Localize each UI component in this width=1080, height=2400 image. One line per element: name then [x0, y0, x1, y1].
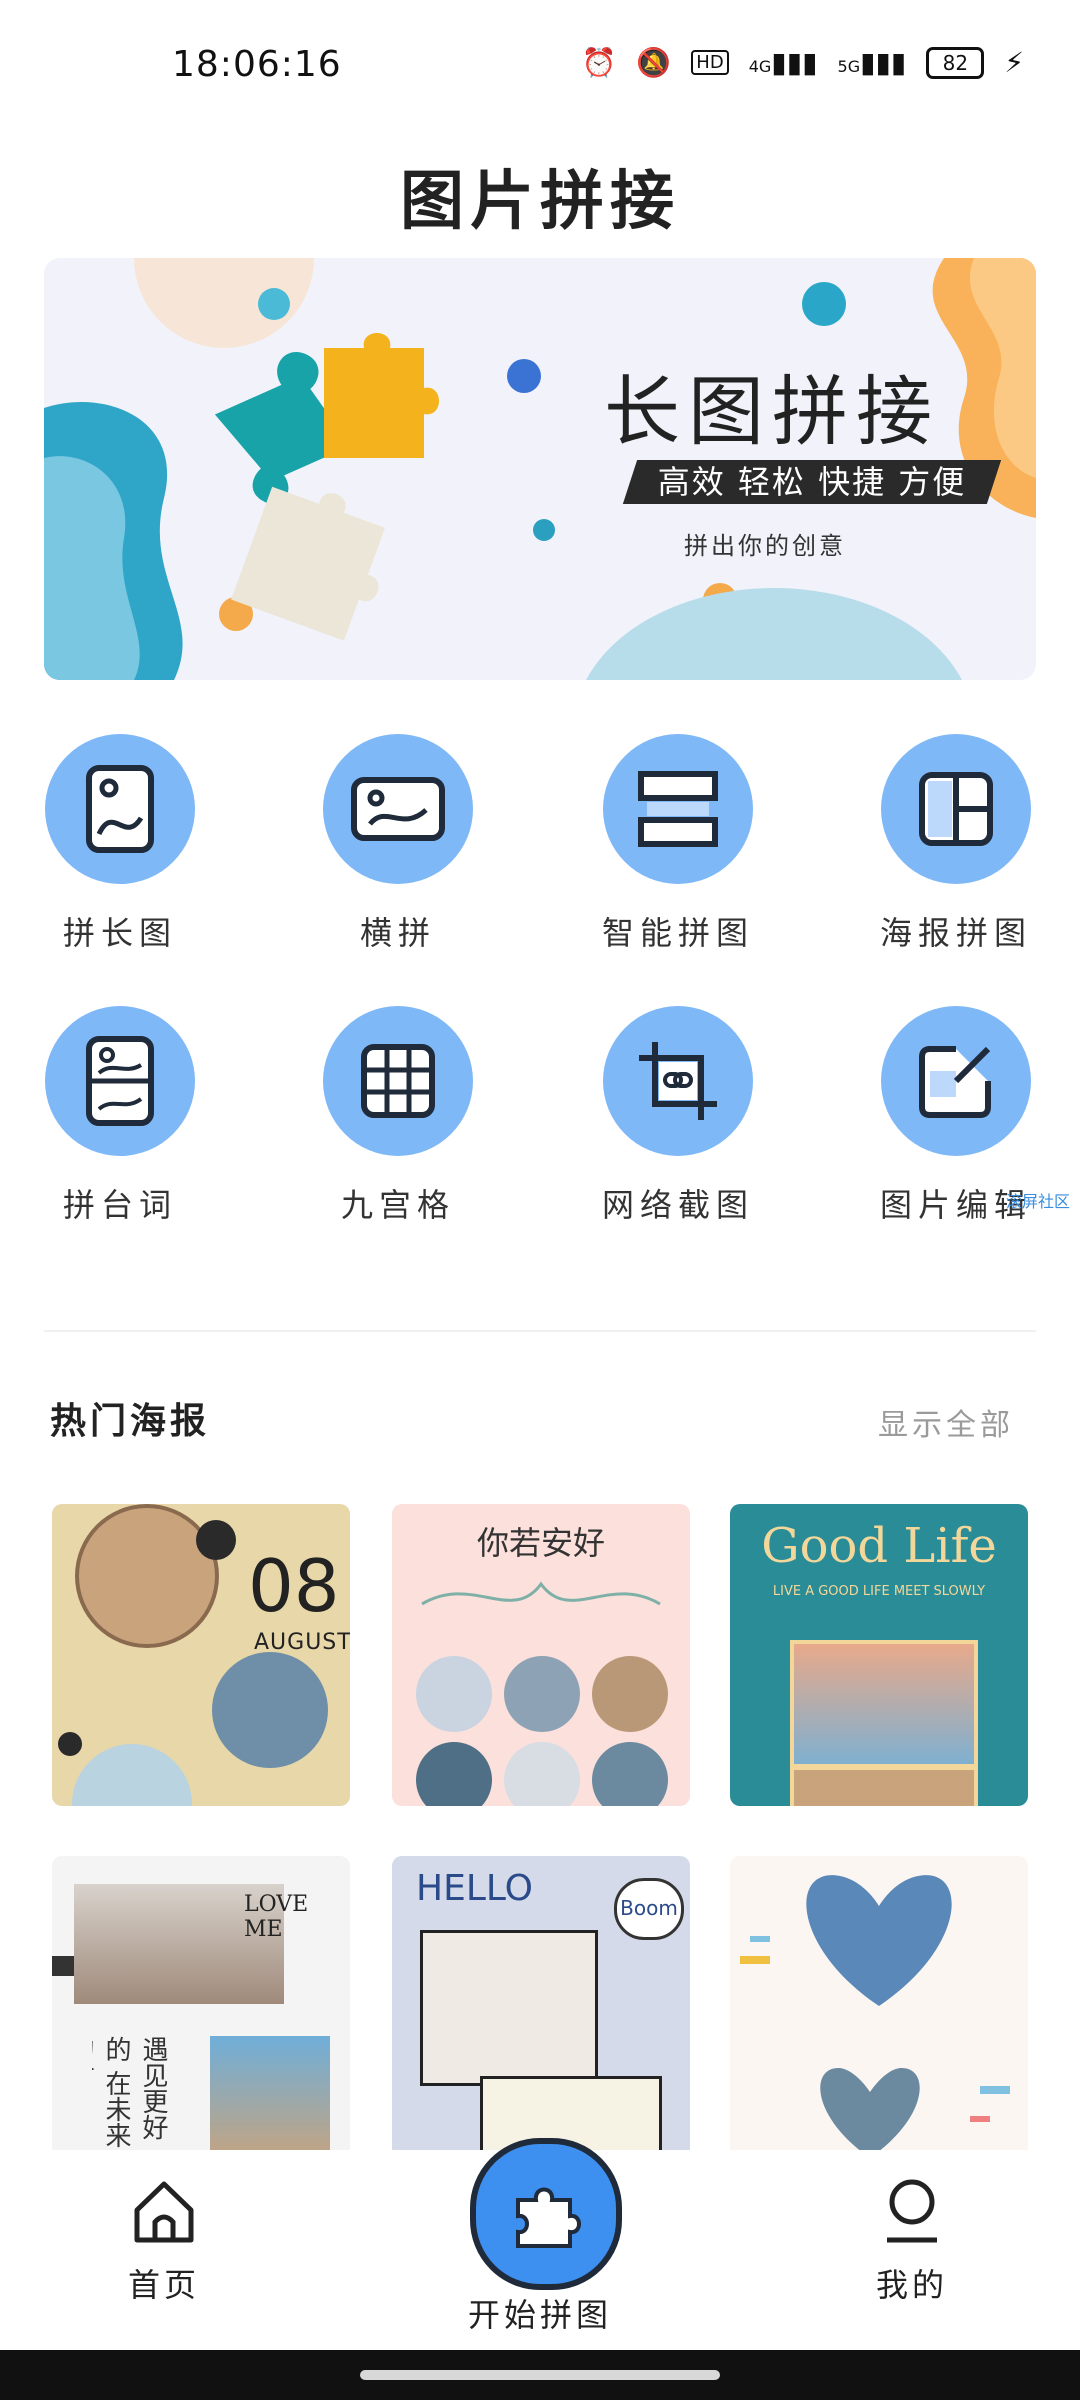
battery-icon: 82	[926, 46, 985, 79]
poster-card[interactable]: 你若安好	[392, 1504, 690, 1806]
charging-icon: ⚡	[1004, 46, 1024, 79]
puzzle-icon	[516, 2187, 581, 2248]
horizontal-stitch-icon	[323, 734, 473, 884]
tool-web-screenshot[interactable]: 网络截图	[578, 1006, 778, 1226]
image-edit-icon	[881, 1006, 1031, 1156]
tool-horizontal-stitch[interactable]: 横拼	[298, 734, 498, 954]
watermark: 滚屏社区	[1005, 1192, 1070, 1211]
battery-level: 82	[942, 50, 969, 75]
tool-label: 网络截图	[601, 1186, 754, 1224]
tool-poster-collage[interactable]: 海报拼图	[856, 734, 1056, 954]
page-title: 图片拼接	[400, 165, 680, 239]
status-icons: ⏰ 🔕 HD 4G▮▮▮ 5G▮▮▮ 82 ⚡	[582, 46, 1024, 79]
home-gesture-bar[interactable]	[360, 2370, 720, 2380]
alarm-icon: ⏰	[581, 46, 617, 79]
signal-5g-icon: 5G▮▮▮	[837, 46, 907, 79]
poster-photo	[790, 1766, 978, 1806]
poster-card[interactable]: 08 AUGUST	[52, 1504, 350, 1806]
poster-photo	[210, 2036, 330, 2158]
section-title: 热门海报	[50, 1401, 211, 1442]
banner-title: 长图拼接	[604, 367, 940, 456]
tool-label: 九宫格	[340, 1186, 455, 1224]
tool-long-image[interactable]: 拼长图	[20, 734, 220, 954]
hd-icon: HD	[691, 50, 729, 75]
poster-photo	[420, 1930, 598, 2086]
poster-title: Good Life	[761, 1518, 997, 1574]
poster-artwork	[740, 1875, 1010, 2158]
mute-icon: 🔕	[636, 46, 672, 79]
profile-icon	[887, 2179, 937, 2243]
banner-tagline: 高效 轻松 快捷 方便	[622, 460, 1002, 504]
poster-card[interactable]	[730, 1856, 1028, 2158]
banner-subtitle: 拼出你的创意	[684, 532, 846, 560]
divider	[44, 1330, 1036, 1332]
start-collage-button[interactable]	[470, 2138, 622, 2290]
tool-subtitle-stitch[interactable]: 拼台词	[20, 1006, 220, 1226]
poster-card[interactable]: Good Life LIVE A GOOD LIFE MEET SLOWLY	[730, 1504, 1028, 1806]
poster-badge: Boom	[614, 1878, 684, 1940]
tool-grid-nine[interactable]: 九宫格	[298, 1006, 498, 1226]
start-collage-label: 开始拼图	[467, 2296, 612, 2334]
tool-label: 拼台词	[62, 1186, 177, 1224]
poster-subtitle: LIVE A GOOD LIFE MEET SLOWLY	[772, 1584, 986, 1599]
poster-photo	[790, 1640, 978, 1768]
tab-mine-label: 我的	[875, 2266, 948, 2304]
grid-nine-icon	[323, 1006, 473, 1156]
poster-decor	[52, 1956, 74, 1976]
tool-smart-collage[interactable]: 智能拼图	[578, 734, 778, 954]
signal-4g-icon: 4G▮▮▮	[748, 46, 818, 79]
poster-artwork	[416, 1581, 668, 1806]
tool-label: 海报拼图	[879, 914, 1032, 952]
poster-title: LOVE ME	[244, 1892, 309, 1942]
poster-month: AUGUST	[254, 1630, 350, 1655]
tool-label: 横拼	[359, 914, 436, 952]
long-image-icon	[45, 734, 195, 884]
poster-vertical-text: 遇见更好的 在未来的时	[92, 2036, 168, 2149]
poster-card[interactable]: LOVE ME 遇见更好的 在未来的时	[52, 1856, 350, 2158]
tab-mine[interactable]: 我的	[812, 2176, 1012, 2306]
tool-label: 智能拼图	[601, 914, 754, 952]
promo-banner[interactable]: 长图拼接 高效 轻松 快捷 方便 拼出你的创意	[44, 258, 1036, 680]
subtitle-stitch-icon	[45, 1006, 195, 1156]
poster-collage-icon	[881, 734, 1031, 884]
home-icon	[134, 2181, 194, 2243]
tool-label: 拼长图	[62, 914, 177, 952]
show-all-link[interactable]: 显示全部	[878, 1400, 1014, 1444]
system-nav-bar	[0, 2350, 1080, 2400]
smart-collage-icon	[603, 734, 753, 884]
status-time: 18:06:16	[172, 44, 342, 85]
poster-day: 08	[248, 1544, 340, 1628]
web-screenshot-icon	[603, 1006, 753, 1156]
status-bar: 18:06:16 ⏰ 🔕 HD 4G▮▮▮ 5G▮▮▮ 82 ⚡	[0, 0, 1080, 120]
poster-title: HELLO	[416, 1868, 533, 1909]
poster-card[interactable]: HELLO Boom	[392, 1856, 690, 2158]
tab-home-label: 首页	[127, 2266, 200, 2304]
tab-home[interactable]: 首页	[64, 2176, 264, 2306]
